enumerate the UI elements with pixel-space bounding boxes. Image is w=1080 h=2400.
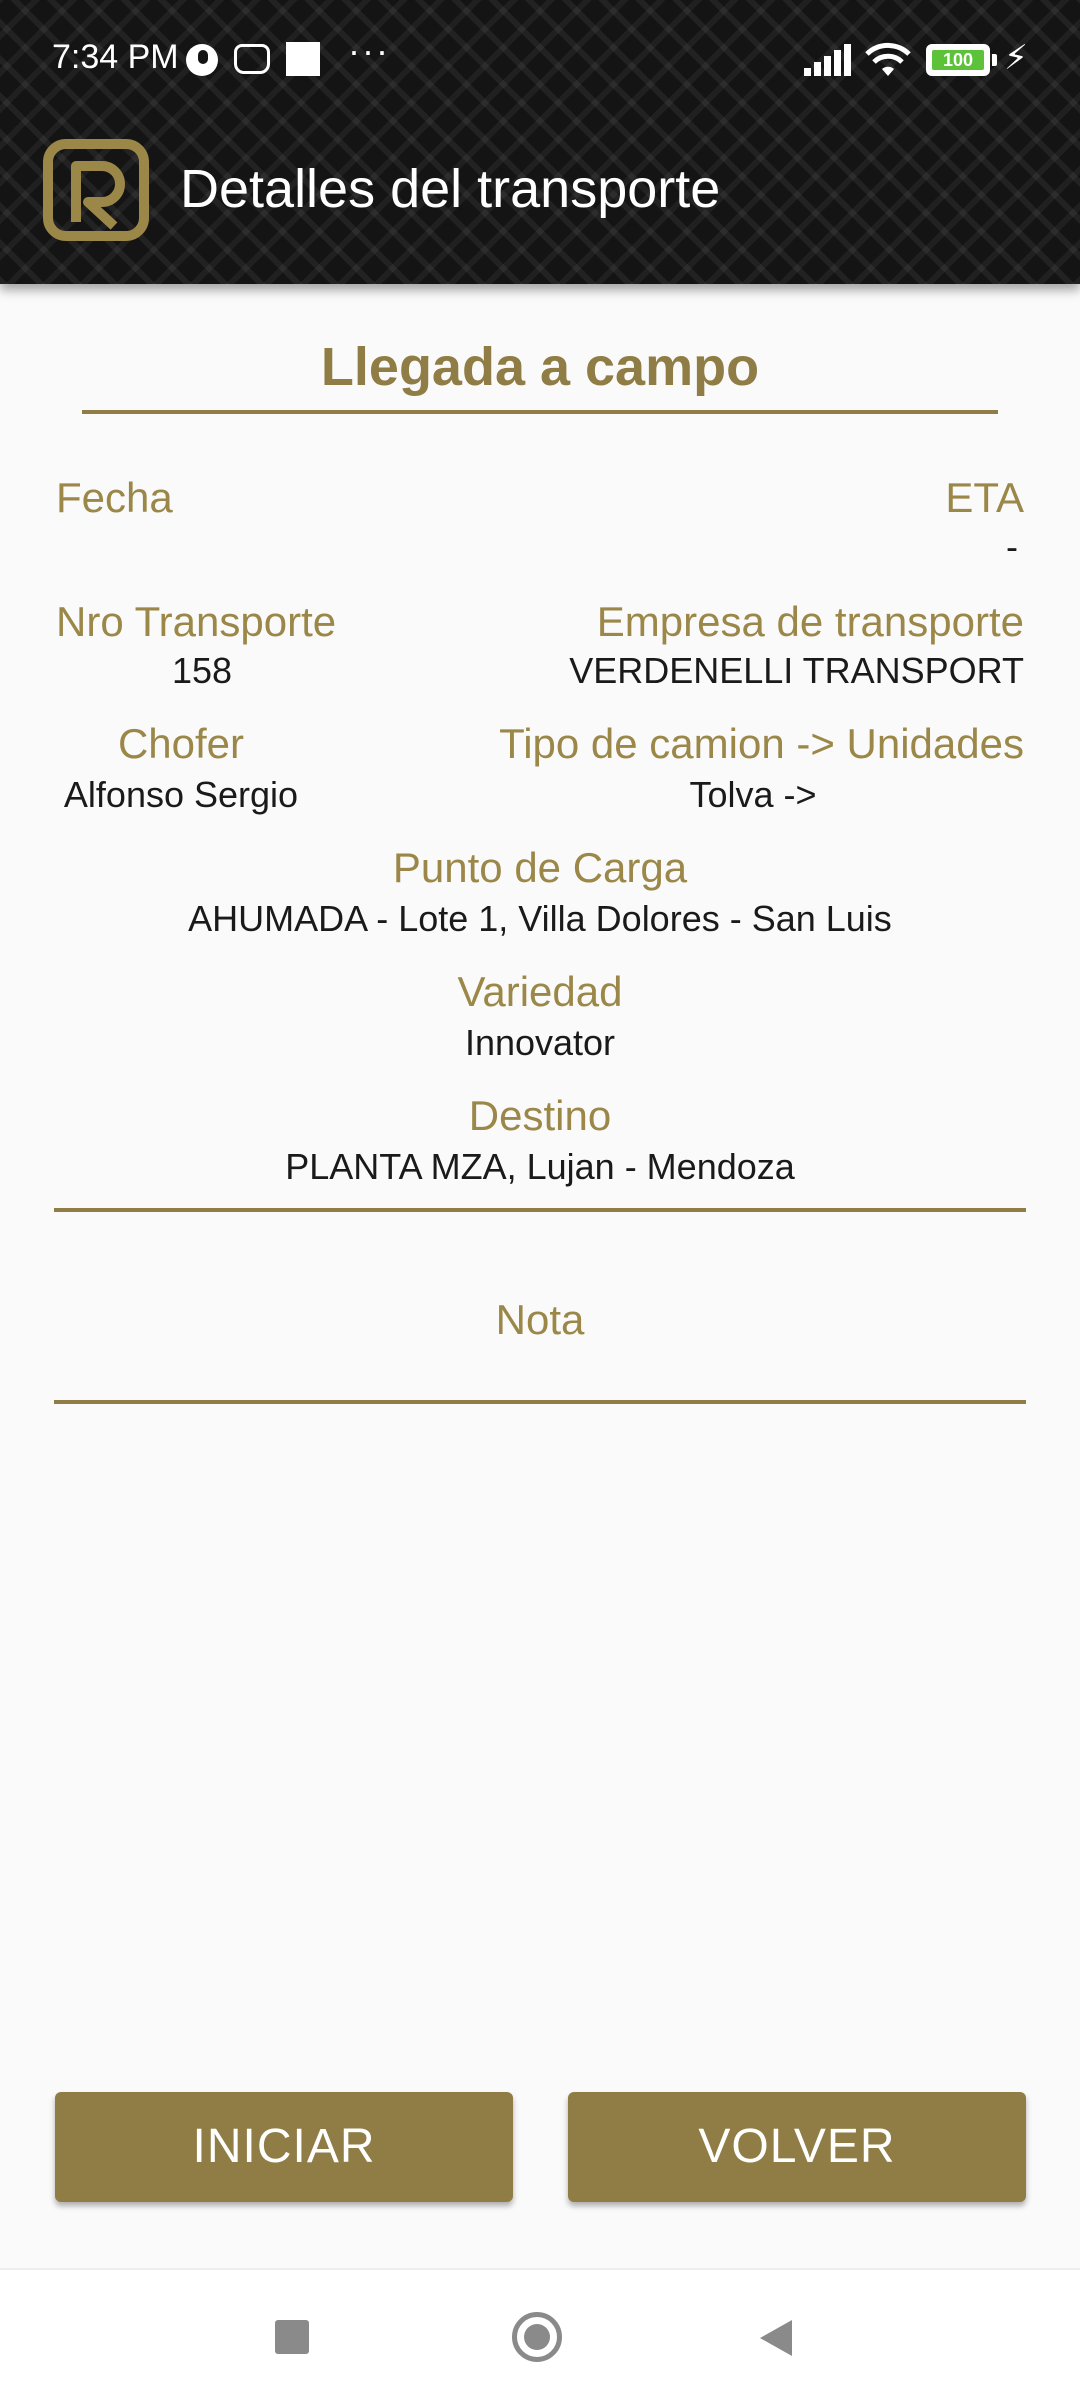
app-header: 7:34 PM ··· 100 ⚡︎ Detalles del transpor…: [0, 0, 1080, 284]
battery-level: 100: [932, 50, 984, 70]
back-icon[interactable]: [760, 2320, 792, 2356]
section-title-underline: [82, 410, 998, 414]
destino-value: PLANTA MZA, Lujan - Mendoza: [285, 1146, 795, 1187]
notification-app-icon: [186, 44, 218, 76]
chofer-label: Chofer: [117, 720, 245, 767]
eta-label: ETA: [945, 474, 1024, 521]
destino-label: Destino: [468, 1092, 612, 1139]
tipo-camion-value: Tolva ->: [689, 774, 817, 815]
variedad-label: Variedad: [457, 968, 623, 1015]
nota-label: Nota: [495, 1296, 585, 1343]
status-time: 7:34 PM: [52, 38, 179, 76]
punto-carga-value: AHUMADA - Lote 1, Villa Dolores - San Lu…: [188, 898, 892, 939]
variedad-value: Innovator: [464, 1022, 616, 1063]
nro-transporte-value: 158: [171, 650, 233, 691]
signal-icon: [804, 44, 852, 76]
tipo-camion-label: Tipo de camion -> Unidades: [499, 720, 1024, 767]
section-title: Llegada a campo: [320, 337, 760, 397]
nro-transporte-label: Nro Transporte: [56, 598, 337, 645]
chofer-value: Alfonso Sergio: [63, 774, 299, 815]
status-bar: 7:34 PM ··· 100 ⚡︎: [0, 0, 1080, 120]
wifi-icon: [865, 42, 911, 76]
battery-icon: 100: [926, 44, 990, 76]
notification-square-icon: [286, 42, 320, 76]
details-divider: [54, 1208, 1026, 1212]
app-logo-icon[interactable]: [42, 138, 150, 242]
nota-underline: [54, 1400, 1026, 1404]
eta-value: -: [1006, 526, 1018, 567]
app-bar-title: Detalles del transporte: [180, 159, 721, 219]
iniciar-button[interactable]: INICIAR: [55, 2092, 513, 2202]
volver-button[interactable]: VOLVER: [568, 2092, 1026, 2202]
recents-icon[interactable]: [275, 2320, 309, 2354]
system-nav-bar: [0, 2268, 1080, 2400]
fecha-label: Fecha: [56, 474, 173, 521]
empresa-transporte-value: VERDENELLI TRANSPORT: [569, 650, 1024, 691]
empresa-transporte-label: Empresa de transporte: [596, 598, 1024, 645]
notification-cat-icon: [234, 44, 270, 74]
screen: 7:34 PM ··· 100 ⚡︎ Detalles del transpor…: [0, 0, 1080, 2400]
more-notifications-icon: ···: [348, 30, 390, 71]
charging-icon: ⚡︎: [1004, 39, 1028, 77]
punto-carga-label: Punto de Carga: [392, 844, 688, 891]
home-icon[interactable]: [512, 2312, 562, 2362]
battery-tip: [992, 54, 997, 66]
nota-field[interactable]: Nota: [54, 1250, 1026, 1406]
